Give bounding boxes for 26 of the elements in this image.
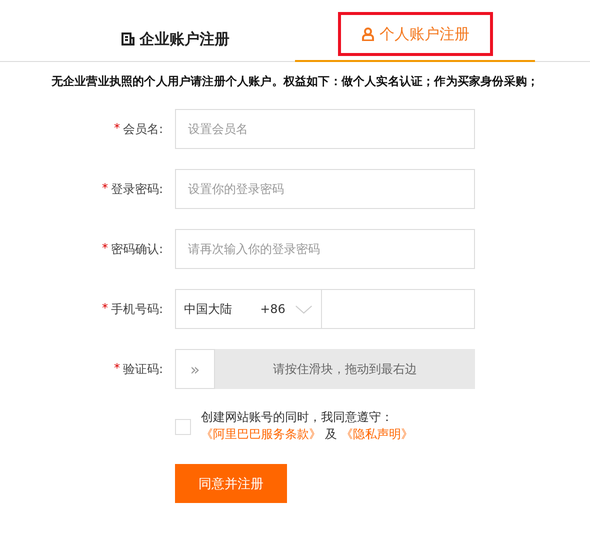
submit-button[interactable]: 同意并注册	[175, 464, 287, 503]
field-label: 会员名:	[122, 120, 163, 138]
conjunction-text: 及	[325, 426, 337, 443]
tab[interactable]: 个人账户注册	[338, 12, 492, 56]
field-label: 登录密码:	[110, 180, 163, 198]
terms-link[interactable]: 《阿里巴巴服务条款》	[201, 426, 321, 443]
input-field[interactable]: 请再次输入你的登录密码	[175, 229, 475, 269]
input-field[interactable]: 设置会员名	[175, 109, 475, 149]
tab[interactable]: 企业账户注册	[104, 17, 246, 61]
input-field[interactable]: 设置你的登录密码	[175, 169, 475, 209]
field-label: 手机号码:	[110, 300, 163, 318]
required-mark: *	[102, 240, 108, 256]
person-icon	[360, 27, 374, 41]
document-icon	[120, 32, 134, 46]
field-label: 密码确认:	[110, 240, 163, 258]
slider-hint: 请按住滑块，拖动到最右边	[272, 360, 418, 378]
notice-text: 无企业营业执照的个人用户请注册个人账户。权益如下：做个人实名认证；作为买家身份采购；	[50, 74, 540, 89]
agreement-text: 创建网站账号的同时，我同意遵守：	[201, 409, 394, 426]
required-mark: *	[102, 180, 108, 196]
required-mark: *	[114, 120, 120, 136]
privacy-link[interactable]: 《隐私声明》	[341, 426, 413, 443]
field-label: 验证码:	[122, 360, 163, 378]
required-mark: *	[102, 300, 108, 316]
slider-handle[interactable]: »	[175, 349, 215, 389]
agree-checkbox[interactable]	[175, 419, 191, 435]
required-mark: *	[114, 360, 120, 376]
